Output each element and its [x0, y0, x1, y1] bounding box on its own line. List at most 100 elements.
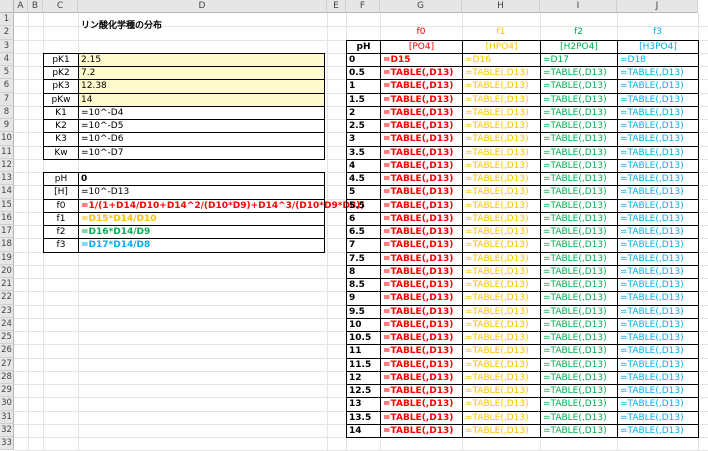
row-header-2[interactable]: 2: [0, 26, 14, 40]
table-formula-cell[interactable]: =TABLE(,D13): [617, 211, 699, 226]
calc-label[interactable]: f0: [43, 198, 79, 213]
table-formula-cell[interactable]: =TABLE(,D13): [617, 410, 699, 425]
table-formula-cell[interactable]: =TABLE(,D13): [540, 423, 618, 438]
table-formula-cell[interactable]: =TABLE(,D13): [540, 278, 618, 293]
table-formula-cell[interactable]: =D15: [380, 52, 463, 67]
species-header[interactable]: [HPO4]: [462, 39, 541, 54]
ph-value[interactable]: 2.5: [346, 119, 381, 134]
row-header-32[interactable]: 32: [0, 423, 14, 437]
table-formula-cell[interactable]: =TABLE(,D13): [380, 251, 463, 266]
table-formula-cell[interactable]: =TABLE(,D13): [462, 66, 541, 81]
table-formula-cell[interactable]: =TABLE(,D13): [540, 357, 618, 372]
column-header-e[interactable]: E: [327, 0, 346, 13]
ph-value[interactable]: 6: [346, 211, 381, 226]
calc-value[interactable]: 0: [78, 172, 325, 187]
table-formula-cell[interactable]: =TABLE(,D13): [380, 105, 463, 120]
column-header-g[interactable]: G: [380, 0, 462, 13]
table-formula-cell[interactable]: =TABLE(,D13): [380, 370, 463, 385]
ph-value[interactable]: 11: [346, 344, 381, 359]
param-value[interactable]: =10^-D6: [78, 132, 325, 147]
table-formula-cell[interactable]: =TABLE(,D13): [617, 238, 699, 253]
table-formula-cell[interactable]: =TABLE(,D13): [617, 105, 699, 120]
calc-label[interactable]: f1: [43, 211, 79, 226]
table-formula-cell[interactable]: =TABLE(,D13): [540, 291, 618, 306]
table-formula-cell[interactable]: =TABLE(,D13): [462, 344, 541, 359]
row-header-3[interactable]: 3: [0, 39, 14, 53]
table-formula-cell[interactable]: =TABLE(,D13): [462, 132, 541, 147]
column-header-j[interactable]: J: [617, 0, 698, 13]
species-header[interactable]: [H2PO4]: [540, 39, 618, 54]
table-formula-cell[interactable]: =TABLE(,D13): [462, 119, 541, 134]
ph-value[interactable]: 5.5: [346, 198, 381, 213]
table-formula-cell[interactable]: =TABLE(,D13): [380, 384, 463, 399]
param-value[interactable]: =10^-D4: [78, 105, 325, 120]
ph-value[interactable]: 1.5: [346, 92, 381, 107]
calc-label[interactable]: pH: [43, 172, 79, 187]
table-formula-cell[interactable]: =TABLE(,D13): [617, 172, 699, 187]
column-header-h[interactable]: H: [462, 0, 540, 13]
row-header-14[interactable]: 14: [0, 185, 14, 199]
table-formula-cell[interactable]: =TABLE(,D13): [540, 185, 618, 200]
table-formula-cell[interactable]: =TABLE(,D13): [617, 119, 699, 134]
ph-value[interactable]: 14: [346, 423, 381, 438]
table-formula-cell[interactable]: =TABLE(,D13): [462, 105, 541, 120]
table-formula-cell[interactable]: =TABLE(,D13): [540, 211, 618, 226]
ph-value[interactable]: 7: [346, 238, 381, 253]
table-formula-cell[interactable]: =TABLE(,D13): [540, 397, 618, 412]
row-header-25[interactable]: 25: [0, 331, 14, 345]
table-formula-cell[interactable]: =TABLE(,D13): [540, 198, 618, 213]
table-formula-cell[interactable]: =TABLE(,D13): [617, 264, 699, 279]
row-header-23[interactable]: 23: [0, 304, 14, 318]
param-value[interactable]: 2.15: [78, 52, 325, 67]
ph-value[interactable]: 9: [346, 291, 381, 306]
table-formula-cell[interactable]: =TABLE(,D13): [462, 397, 541, 412]
f-header-f3[interactable]: f3: [617, 26, 698, 39]
table-formula-cell[interactable]: =TABLE(,D13): [462, 79, 541, 94]
table-formula-cell[interactable]: =TABLE(,D13): [380, 278, 463, 293]
ph-value[interactable]: 7.5: [346, 251, 381, 266]
column-header-d[interactable]: D: [78, 0, 327, 13]
table-formula-cell[interactable]: =TABLE(,D13): [617, 198, 699, 213]
row-header-10[interactable]: 10: [0, 132, 14, 146]
table-formula-cell[interactable]: =TABLE(,D13): [540, 66, 618, 81]
table-formula-cell[interactable]: =TABLE(,D13): [462, 185, 541, 200]
table-formula-cell[interactable]: =TABLE(,D13): [462, 172, 541, 187]
ph-header[interactable]: pH: [346, 39, 381, 54]
table-formula-cell[interactable]: =TABLE(,D13): [462, 331, 541, 346]
row-header-15[interactable]: 15: [0, 198, 14, 212]
species-header[interactable]: [PO4]: [380, 39, 463, 54]
table-formula-cell[interactable]: =TABLE(,D13): [540, 317, 618, 332]
table-formula-cell[interactable]: =TABLE(,D13): [540, 251, 618, 266]
sheet-title[interactable]: リン酸化学種の分布: [79, 20, 164, 32]
table-formula-cell[interactable]: =TABLE(,D13): [380, 264, 463, 279]
table-formula-cell[interactable]: =D18: [617, 52, 699, 67]
table-formula-cell[interactable]: =TABLE(,D13): [380, 317, 463, 332]
table-formula-cell[interactable]: =TABLE(,D13): [540, 410, 618, 425]
ph-value[interactable]: 11.5: [346, 357, 381, 372]
row-header-1[interactable]: 1: [0, 13, 14, 27]
column-header-c[interactable]: C: [43, 0, 78, 13]
table-formula-cell[interactable]: =TABLE(,D13): [462, 238, 541, 253]
table-formula-cell[interactable]: =TABLE(,D13): [462, 92, 541, 107]
table-formula-cell[interactable]: =TABLE(,D13): [617, 357, 699, 372]
ph-value[interactable]: 0.5: [346, 66, 381, 81]
ph-value[interactable]: 10.5: [346, 331, 381, 346]
table-formula-cell[interactable]: =TABLE(,D13): [380, 397, 463, 412]
spreadsheet[interactable]: ABCDEFGHIJ 1 2 3 4 5 6 7 8 9 10 11 12 13 14 15 16 17 18 19…: [0, 0, 708, 451]
table-formula-cell[interactable]: =D16: [462, 52, 541, 67]
table-formula-cell[interactable]: =TABLE(,D13): [540, 264, 618, 279]
row-header-30[interactable]: 30: [0, 397, 14, 411]
param-label[interactable]: pK2: [43, 66, 79, 81]
row-header-6[interactable]: 6: [0, 79, 14, 93]
table-formula-cell[interactable]: =TABLE(,D13): [540, 370, 618, 385]
table-formula-cell[interactable]: =TABLE(,D13): [617, 92, 699, 107]
calc-value[interactable]: =D17*D14/D8: [78, 238, 325, 253]
table-formula-cell[interactable]: =TABLE(,D13): [462, 278, 541, 293]
param-label[interactable]: pK1: [43, 52, 79, 67]
table-formula-cell[interactable]: =TABLE(,D13): [462, 145, 541, 160]
select-all-corner[interactable]: [0, 0, 14, 13]
calc-value[interactable]: =1/(1+D14/D10+D14^2/(D10*D9)+D14^3/(D10*…: [78, 198, 364, 213]
row-header-26[interactable]: 26: [0, 344, 14, 358]
table-formula-cell[interactable]: =TABLE(,D13): [617, 317, 699, 332]
ph-value[interactable]: 12.5: [346, 384, 381, 399]
